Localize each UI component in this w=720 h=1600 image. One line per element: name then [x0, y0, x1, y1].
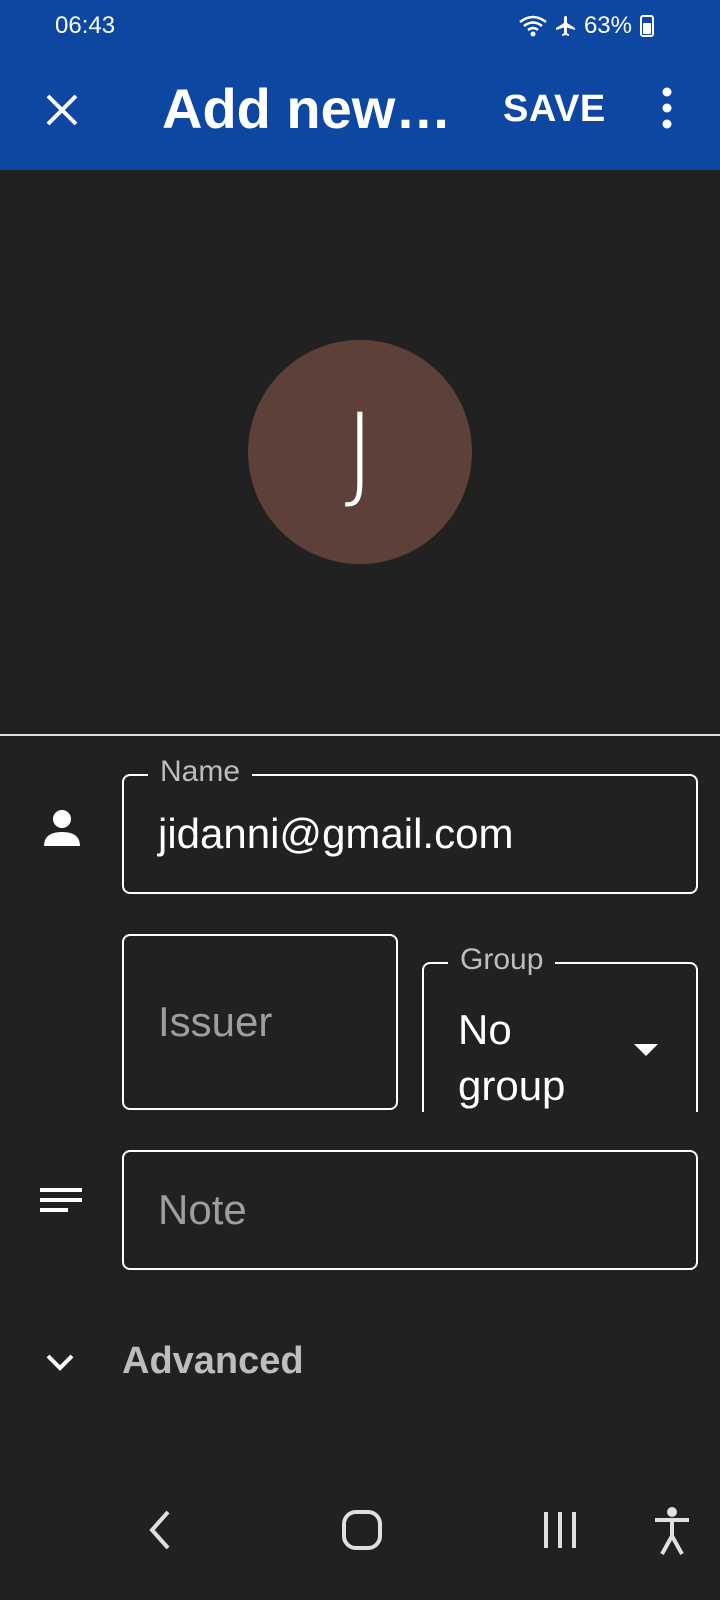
home-icon — [342, 1510, 382, 1550]
close-button[interactable] — [40, 88, 84, 132]
app-bar: 06:43 63% Add new… SAVE — [0, 0, 720, 170]
accessibility-icon — [655, 1507, 689, 1555]
battery-percent: 63% — [583, 12, 632, 39]
wifi-icon — [518, 14, 548, 38]
name-field-label: Name — [148, 754, 253, 790]
dropdown-arrow-icon — [634, 1044, 658, 1056]
recents-button[interactable] — [538, 1506, 582, 1559]
close-icon — [46, 94, 78, 126]
note-field[interactable]: Note — [122, 1150, 698, 1270]
navigation-bar — [0, 1490, 720, 1600]
accessibility-button[interactable] — [652, 1506, 692, 1563]
advanced-label: Advanced — [122, 1340, 304, 1382]
issuer-field[interactable]: Issuer — [122, 934, 398, 1110]
notes-icon — [40, 1180, 84, 1224]
save-button[interactable]: SAVE — [503, 88, 606, 131]
status-icons: 63% — [518, 12, 654, 40]
recents-icon — [544, 1512, 576, 1548]
more-options-button[interactable] — [655, 86, 679, 130]
avatar[interactable]: J — [248, 340, 472, 564]
person-icon — [40, 806, 84, 850]
group-field-label: Group — [448, 942, 556, 978]
page-title: Add new… — [162, 77, 452, 140]
advanced-toggle[interactable]: Advanced — [40, 1336, 440, 1396]
name-field[interactable]: Name jidanni@gmail.com — [122, 754, 698, 894]
name-field-value: jidanni@gmail.com — [158, 810, 514, 857]
back-button[interactable] — [140, 1506, 180, 1559]
airplane-icon — [554, 14, 578, 38]
back-icon — [149, 1510, 170, 1550]
note-field-placeholder: Note — [158, 1186, 247, 1233]
issuer-field-placeholder: Issuer — [158, 998, 273, 1045]
group-field-value: No group — [458, 1006, 566, 1109]
status-time: 06:43 — [55, 12, 116, 39]
group-dropdown[interactable]: Group No group — [422, 942, 698, 1112]
chevron-down-icon — [46, 1354, 74, 1371]
avatar-letter: J — [344, 391, 376, 513]
screen: 06:43 63% Add new… SAVE J Name jidanni@g… — [0, 0, 720, 1600]
more-vert-icon — [662, 87, 672, 129]
divider — [0, 734, 720, 736]
home-button[interactable] — [340, 1506, 384, 1559]
battery-icon — [640, 15, 654, 37]
